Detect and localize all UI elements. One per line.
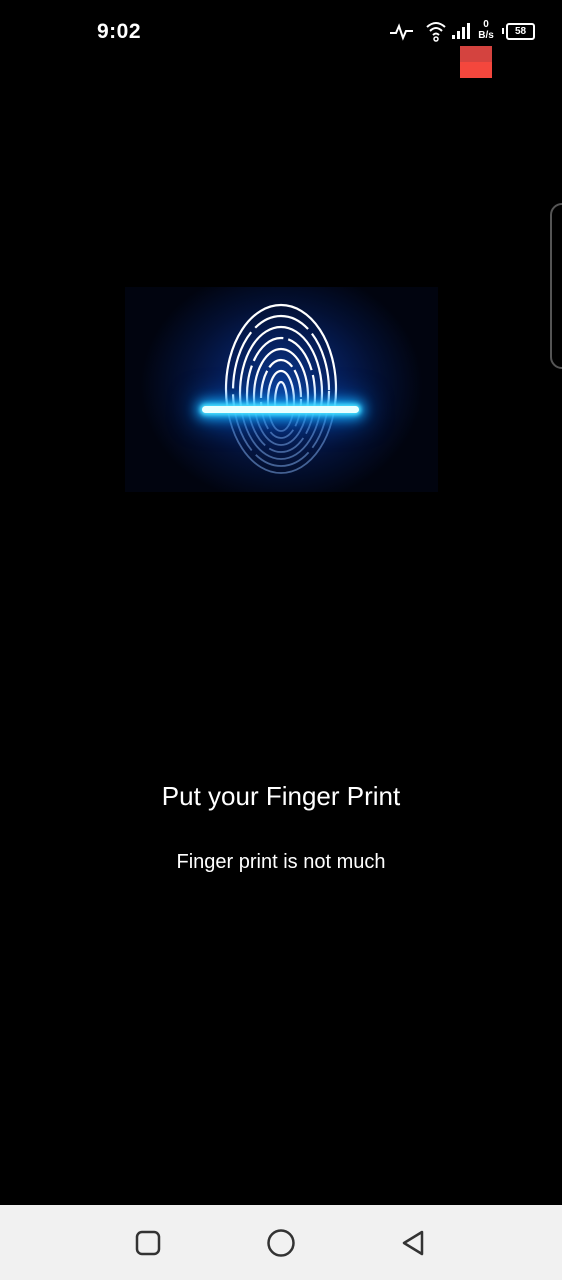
navigation-bar: [0, 1205, 562, 1280]
battery-icon: 58: [506, 23, 535, 40]
prompt-title: Put your Finger Print: [161, 781, 401, 811]
net-speed-unit: B/s: [478, 30, 494, 41]
red-indicator: [460, 46, 492, 78]
activity-icon: [390, 23, 413, 41]
status-icons: 0 B/s 58: [388, 17, 538, 47]
fingerprint-scanner-image: [125, 287, 438, 492]
scan-line: [202, 406, 359, 413]
prompt-subtitle: Finger print is not much: [176, 851, 386, 873]
battery-tip: [502, 28, 504, 34]
status-time: 9:02: [97, 20, 142, 43]
side-panel-handle[interactable]: [550, 203, 562, 369]
fingerprint-icon: [224, 303, 338, 474]
back-button[interactable]: [398, 1227, 430, 1259]
net-speed: 0 B/s: [475, 19, 497, 41]
battery-level: 58: [514, 26, 527, 37]
wifi-icon: [426, 22, 446, 42]
net-speed-value: 0: [483, 19, 489, 30]
home-button[interactable]: [265, 1227, 297, 1259]
recents-button[interactable]: [132, 1227, 164, 1259]
signal-icon: [452, 23, 470, 39]
